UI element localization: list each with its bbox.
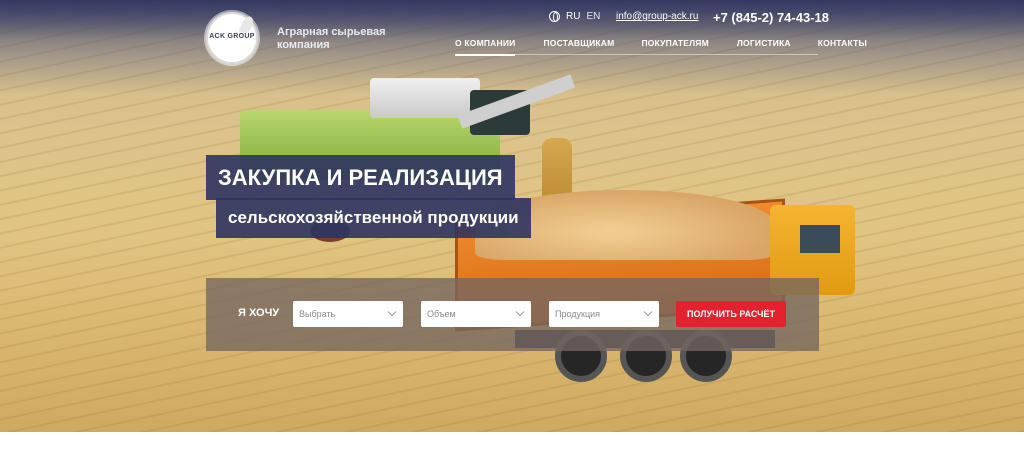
language-en[interactable]: EN (586, 11, 600, 22)
select-value: Продукция (555, 309, 601, 319)
chevron-down-icon (387, 307, 397, 317)
chevron-down-icon (643, 307, 653, 317)
select-value: Выбрать (299, 309, 336, 319)
hero-subtitle: сельскохозяйственной продукции (216, 198, 531, 238)
email-link[interactable]: info@group-ack.ru (616, 11, 698, 22)
request-label: Я ХОЧУ (238, 307, 280, 319)
chevron-down-icon (515, 307, 525, 317)
sky-haze (0, 0, 1024, 40)
logo-text: ACK GROUP (209, 33, 255, 40)
request-panel: Я ХОЧУ Выбрать Объем Продукция ПОЛУЧИТЬ … (206, 278, 819, 351)
truck-window (800, 225, 840, 253)
globe-icon (549, 11, 560, 22)
select-value: Объем (427, 309, 456, 319)
language-ru[interactable]: RU (566, 11, 580, 22)
volume-select[interactable]: Объем (421, 301, 531, 327)
action-select[interactable]: Выбрать (293, 301, 403, 327)
tagline-line-1: Аграрная сырьевая (277, 26, 386, 38)
product-select[interactable]: Продукция (549, 301, 659, 327)
nav-divider (455, 54, 818, 55)
company-logo[interactable]: ACK GROUP (206, 12, 258, 64)
nav-item-contacts[interactable]: КОНТАКТЫ (818, 38, 867, 56)
tagline-line-2: компания (277, 39, 330, 51)
language-switcher: RU EN (549, 11, 600, 22)
company-tagline: Аграрная сырьевая компания (277, 26, 387, 52)
get-quote-button[interactable]: ПОЛУЧИТЬ РАСЧЁТ (676, 301, 786, 327)
phone-number[interactable]: +7 (845-2) 74-43-18 (713, 10, 829, 25)
hero-title: ЗАКУПКА И РЕАЛИЗАЦИЯ (206, 155, 515, 200)
